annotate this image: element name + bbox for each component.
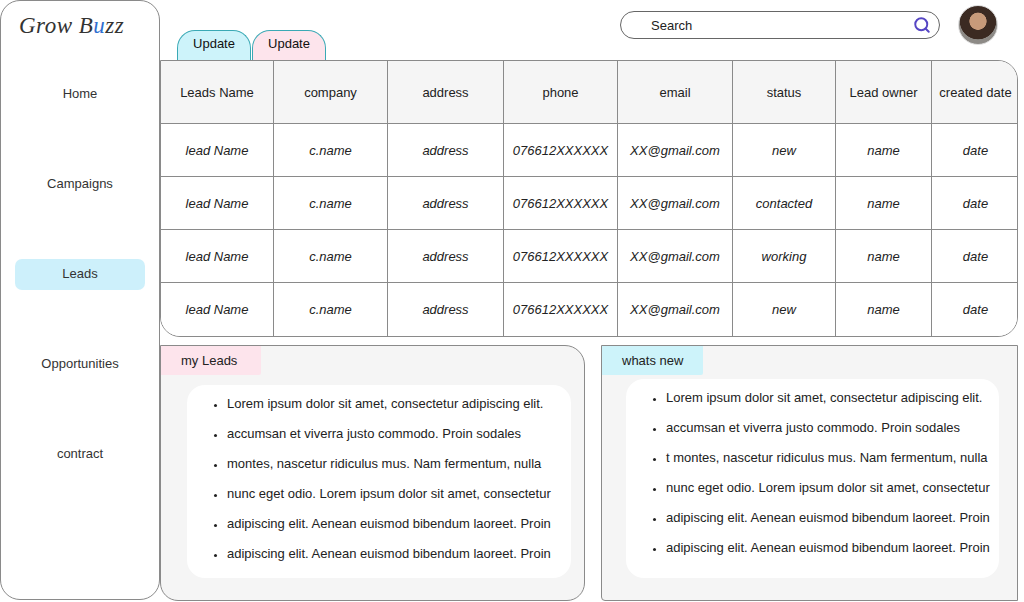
table-cell[interactable]: XX@gmail.com: [618, 230, 733, 283]
table-cell[interactable]: name: [836, 230, 932, 283]
table-header-cell: Leads Name: [161, 61, 274, 124]
search-box[interactable]: [620, 11, 940, 39]
panel-list-item: t montes, nascetur ridiculus mus. Nam fe…: [666, 443, 991, 473]
logo-part: u: [93, 13, 105, 38]
logo-part: zz: [105, 13, 124, 38]
update-tabs: UpdateUpdate: [160, 0, 327, 60]
table-cell[interactable]: c.name: [274, 283, 388, 336]
table-cell[interactable]: contacted: [733, 177, 836, 230]
table-header-cell: status: [733, 61, 836, 124]
table-cell[interactable]: date: [932, 230, 1018, 283]
info-panel: whats new Lorem ipsum dolor sit amet, con…: [601, 345, 1018, 601]
info-panel: my Leads Lorem ipsum dolor sit amet, cons…: [160, 345, 585, 601]
search-icon[interactable]: [913, 16, 931, 34]
panel-list-item: montes, nascetur ridiculus mus. Nam ferm…: [227, 449, 563, 479]
table-header-cell: created date: [932, 61, 1018, 124]
table-cell[interactable]: lead Name: [161, 283, 274, 336]
table-cell[interactable]: XX@gmail.com: [618, 124, 733, 177]
panel-list-item: nunc eget odio. Lorem ipsum dolor sit am…: [666, 473, 991, 503]
panel-list-item: adipiscing elit. Aenean euismod bibendum…: [227, 539, 563, 569]
sidebar-item[interactable]: Leads: [15, 259, 145, 290]
sidebar-item[interactable]: Opportunities: [15, 349, 145, 380]
table-cell[interactable]: lead Name: [161, 124, 274, 177]
panel-list: Lorem ipsum dolor sit amet, consectetur …: [187, 385, 571, 578]
table-header-cell: phone: [504, 61, 618, 124]
table-header-cell: Lead owner: [836, 61, 932, 124]
logo-part: Grow B: [19, 13, 93, 38]
panel-list-item: Lorem ipsum dolor sit amet, consectetur …: [227, 389, 563, 419]
table-cell[interactable]: c.name: [274, 177, 388, 230]
panel-list-item: adipiscing elit. Aenean euismod bibendum…: [666, 503, 991, 533]
panel-list-item: adipiscing elit. Aenean euismod bibendum…: [227, 509, 563, 539]
search-input[interactable]: [649, 17, 913, 34]
app-page: Grow BuzzHomeCampaignsLeadsOpportunities…: [0, 0, 1024, 602]
table-cell[interactable]: date: [932, 177, 1018, 230]
table-cell[interactable]: 076612XXXXXX: [504, 177, 618, 230]
sidebar-item[interactable]: contract: [15, 439, 145, 470]
panels-row: my Leads Lorem ipsum dolor sit amet, cons…: [160, 345, 1018, 601]
table-cell[interactable]: XX@gmail.com: [618, 177, 733, 230]
table-cell[interactable]: 076612XXXXXX: [504, 283, 618, 336]
panel-list-item: nunc eget odio. Lorem ipsum dolor sit am…: [227, 479, 563, 509]
table-cell[interactable]: lead Name: [161, 230, 274, 283]
table-cell[interactable]: working: [733, 230, 836, 283]
user-avatar[interactable]: [958, 5, 998, 45]
table-cell[interactable]: date: [932, 283, 1018, 336]
table-cell[interactable]: date: [932, 124, 1018, 177]
table-cell[interactable]: address: [388, 230, 504, 283]
update-tab[interactable]: Update: [252, 30, 326, 60]
table-cell[interactable]: new: [733, 283, 836, 336]
table-header-cell: email: [618, 61, 733, 124]
panel-list: Lorem ipsum dolor sit amet, consectetur …: [626, 379, 999, 578]
panel-title: my Leads: [161, 346, 261, 375]
table-cell[interactable]: 076612XXXXXX: [504, 230, 618, 283]
table-header-cell: company: [274, 61, 388, 124]
panel-list-item: adipiscing elit. Aenean euismod bibendum…: [666, 533, 991, 563]
sidebar-item[interactable]: Home: [15, 79, 145, 110]
main-area: UpdateUpdateLeads Namecompanyaddressphon…: [160, 0, 1024, 602]
table-cell[interactable]: c.name: [274, 230, 388, 283]
table-cell[interactable]: address: [388, 177, 504, 230]
search-area: [620, 0, 1018, 60]
sidebar-item[interactable]: Campaigns: [15, 169, 145, 200]
panel-list-item: accumsan et viverra justo commodo. Proin…: [227, 419, 563, 449]
table-cell[interactable]: new: [733, 124, 836, 177]
table-cell[interactable]: c.name: [274, 124, 388, 177]
panel-list-item: accumsan et viverra justo commodo. Proin…: [666, 413, 991, 443]
table-cell[interactable]: name: [836, 283, 932, 336]
sidebar: Grow BuzzHomeCampaignsLeadsOpportunities…: [0, 0, 160, 600]
logo: Grow Buzz: [1, 1, 159, 79]
update-tab[interactable]: Update: [177, 30, 251, 60]
table-cell[interactable]: 076612XXXXXX: [504, 124, 618, 177]
table-cell[interactable]: name: [836, 177, 932, 230]
leads-table: Leads Namecompanyaddressphoneemailstatus…: [160, 60, 1018, 337]
table-cell[interactable]: XX@gmail.com: [618, 283, 733, 336]
panel-list-item: Lorem ipsum dolor sit amet, consectetur …: [666, 383, 991, 413]
table-header-cell: address: [388, 61, 504, 124]
table-cell[interactable]: name: [836, 124, 932, 177]
table-cell[interactable]: address: [388, 124, 504, 177]
table-cell[interactable]: lead Name: [161, 177, 274, 230]
table-cell[interactable]: address: [388, 283, 504, 336]
top-bar: UpdateUpdate: [160, 0, 1018, 60]
panel-title: whats new: [602, 346, 703, 375]
sidebar-nav: Home Campaigns Leads Opportunities contract: [1, 79, 159, 470]
